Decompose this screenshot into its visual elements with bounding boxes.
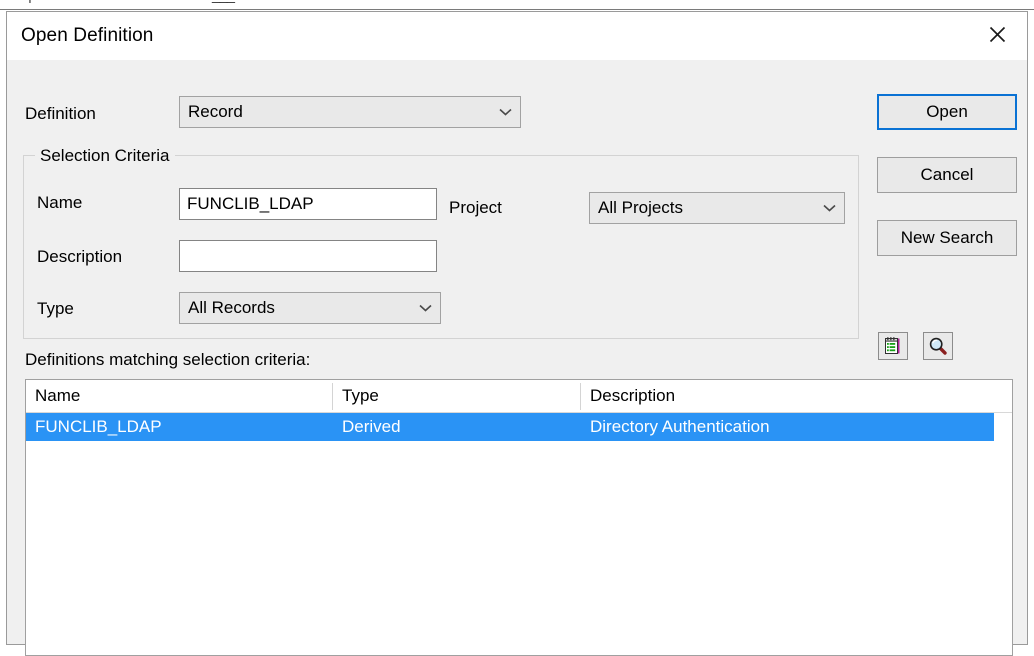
list-report-icon	[885, 337, 900, 354]
magnifier-icon	[929, 337, 947, 355]
new-search-button[interactable]: New Search	[877, 220, 1017, 256]
dialog-body: Definition Record Selection Criteria Nam…	[7, 60, 1027, 656]
results-caption: Definitions matching selection criteria:	[25, 350, 311, 369]
selection-criteria-groupbox	[23, 155, 859, 339]
background-divider	[0, 9, 1034, 10]
column-header-name[interactable]: Name	[26, 380, 332, 412]
definition-select[interactable]: Record	[179, 96, 521, 128]
cell-type: Derived	[342, 417, 401, 436]
chevron-down-icon	[490, 108, 520, 116]
column-header-type[interactable]: Type	[333, 380, 580, 412]
list-report-button[interactable]	[878, 332, 908, 360]
type-select-value: All Records	[188, 298, 275, 317]
open-definition-dialog: Open Definition Definition Record Select…	[6, 11, 1028, 656]
definition-label: Definition	[25, 104, 96, 123]
project-label: Project	[449, 198, 502, 217]
name-label: Name	[37, 193, 83, 212]
background-ghost-text-left: |	[28, 0, 32, 4]
listview-header: Name Type Description	[26, 380, 1012, 413]
background-cut-off-strip: | ___	[0, 0, 1034, 10]
background-ghost-text-right: ___	[212, 0, 235, 4]
cell-name: FUNCLIB_LDAP	[35, 417, 162, 436]
name-input[interactable]	[179, 188, 437, 220]
definitions-listview[interactable]: Name Type Description FUNCLIB_LDAP Deriv…	[25, 379, 1013, 656]
dialog-title: Open Definition	[21, 25, 154, 46]
search-button[interactable]	[923, 332, 953, 360]
dialog-titlebar: Open Definition	[7, 12, 1027, 60]
project-select[interactable]: All Projects	[589, 192, 845, 224]
column-header-description[interactable]: Description	[581, 380, 1012, 412]
screenshot-root: | ___ Open Definition Definition Record	[0, 0, 1034, 656]
cell-description: Directory Authentication	[590, 417, 770, 436]
definition-select-value: Record	[188, 102, 243, 121]
listview-body: FUNCLIB_LDAP Derived Directory Authentic…	[26, 413, 1012, 441]
chevron-down-icon	[814, 204, 844, 212]
type-label: Type	[37, 299, 74, 318]
open-button[interactable]: Open	[877, 94, 1017, 130]
cancel-button[interactable]: Cancel	[877, 157, 1017, 193]
description-label: Description	[37, 247, 123, 266]
table-row[interactable]: FUNCLIB_LDAP Derived Directory Authentic…	[26, 413, 994, 441]
description-input[interactable]	[179, 240, 437, 272]
close-icon[interactable]	[967, 12, 1027, 56]
selection-criteria-legend: Selection Criteria	[35, 146, 176, 166]
project-select-value: All Projects	[598, 198, 684, 217]
type-select[interactable]: All Records	[179, 292, 441, 324]
chevron-down-icon	[410, 304, 440, 312]
